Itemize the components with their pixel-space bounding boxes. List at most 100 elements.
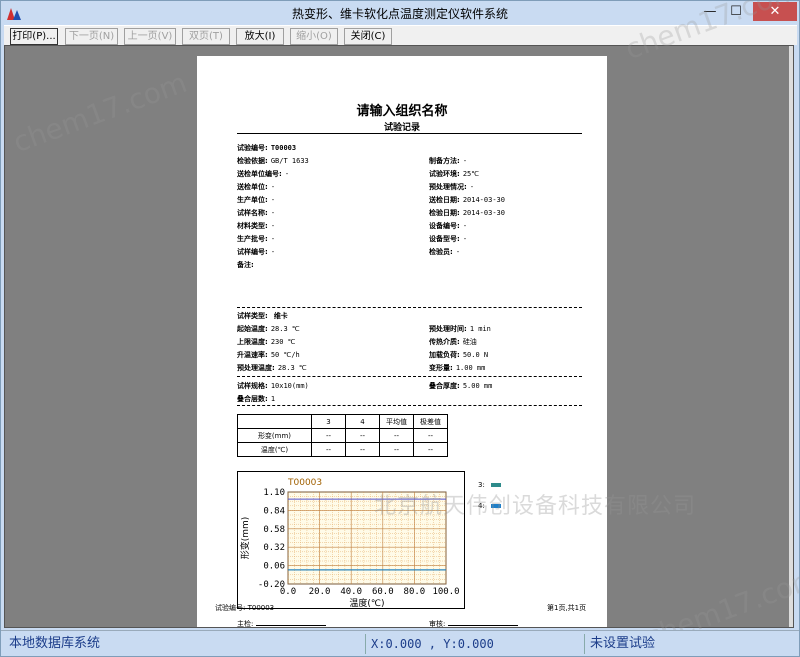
field-key: 叠合层数: (237, 395, 268, 403)
info-field: 送检日期: 2014-03-30 (429, 196, 505, 205)
info-field: 预处理温度: 28.3 ℃ (237, 364, 307, 373)
legend-label: 4: (478, 502, 485, 510)
close-preview-button[interactable]: 关闭(C) (344, 28, 392, 45)
legend-item: 4: (478, 502, 501, 510)
info-field: 试样规格: 10x10(mm) (237, 382, 309, 391)
y-tick-label: 1.10 (263, 488, 285, 498)
vertical-scrollbar[interactable] (789, 46, 793, 627)
maximize-button[interactable]: ☐ (723, 2, 749, 21)
next-page-button[interactable]: 下一页(N) (65, 28, 118, 45)
table-cell: -- (413, 442, 448, 457)
legend-label: 3: (478, 481, 485, 489)
report-page: 请输入组织名称 试验记录 试验编号: T00003 检验依据: GB/T 1633 送检… (197, 56, 607, 627)
status-separator (365, 634, 366, 654)
field-value: - (462, 235, 468, 243)
x-tick-label: 80.0 (404, 587, 426, 597)
field-key: 试样类型: (237, 312, 268, 320)
field-value: - (270, 222, 276, 230)
signature-line (447, 620, 518, 626)
field-value: 硅油 (462, 338, 477, 346)
table-header-cell: 极差值 (413, 414, 448, 429)
field-key: 变形量: (429, 364, 453, 372)
field-key: 备注: (237, 261, 254, 269)
field-key: 检验依据: (237, 157, 268, 165)
info-field: 升温速率: 50 ℃/h (237, 351, 300, 360)
field-value: 5.00 mm (462, 382, 493, 390)
info-field: 制备方法: - (429, 157, 467, 166)
field-value: 2014-03-30 (462, 209, 505, 217)
field-key: 生产批号: (237, 235, 268, 243)
table-header-row: 3 4 平均值 极差值 (237, 414, 448, 429)
two-page-button[interactable]: 双页(T) (182, 28, 230, 45)
reviewer-signature: 审核: (429, 619, 518, 627)
print-button[interactable]: 打印(P)... (10, 28, 58, 45)
info-field: 起始温度: 28.3 ℃ (237, 325, 300, 334)
minimize-button[interactable]: — (697, 2, 723, 21)
table-header-cell (237, 414, 312, 429)
field-value: 1.00 mm (455, 364, 486, 372)
table-cell: -- (345, 428, 380, 443)
field-key: 检验员: (429, 248, 453, 256)
table-row: 温度(℃) -- -- -- -- (237, 442, 448, 457)
print-preview-area[interactable]: 请输入组织名称 试验记录 试验编号: T00003 检验依据: GB/T 1633 送检… (4, 45, 794, 628)
status-separator (584, 634, 585, 654)
close-window-button[interactable]: ✕ (753, 2, 797, 21)
table-cell: -- (379, 442, 414, 457)
table-cell: -- (345, 442, 380, 457)
field-key: 试样名称: (237, 209, 268, 217)
info-field: 试验编号: T00003 (237, 144, 296, 153)
info-field: 备注: (237, 261, 257, 270)
x-axis-label: 温度(℃) (349, 597, 384, 608)
info-field: 材料类型: - (237, 222, 275, 231)
zoom-out-button[interactable]: 缩小(O) (290, 28, 338, 45)
field-key: 送检单位编号: (237, 170, 282, 178)
zoom-in-button[interactable]: 放大(I) (236, 28, 284, 45)
app-window: 热变形、维卡软化点温度测定仪软件系统 — ☐ ✕ 打印(P)... 下一页(N)… (0, 0, 800, 657)
section-divider (237, 405, 582, 406)
field-key: 试验编号: (237, 144, 268, 152)
field-value: GB/T 1633 (270, 157, 309, 165)
y-tick-label: 0.32 (263, 543, 285, 553)
info-field: 上限温度: 230 ℃ (237, 338, 296, 347)
field-value: - (270, 209, 276, 217)
field-value: 维卡 (273, 312, 288, 320)
x-tick-label: 40.0 (340, 587, 362, 597)
table-cell: -- (379, 428, 414, 443)
signature-line (255, 620, 326, 626)
field-value: 28.3 ℃ (277, 364, 307, 372)
field-key: 传热介质: (429, 338, 460, 346)
table-header-cell: 4 (345, 414, 380, 429)
page-number: 第1页,共1页 (547, 604, 587, 612)
field-value: 28.3 ℃ (270, 325, 300, 333)
info-field: 检验员: - (429, 248, 460, 257)
field-key: 送检单位: (237, 183, 268, 191)
info-field: 生产单位: - (237, 196, 275, 205)
chart-title: T00003 (287, 478, 322, 488)
sample-type-field: 试样类型: 维卡 (237, 312, 288, 321)
record-title: 试验记录 (383, 123, 420, 133)
field-key: 叠合厚度: (429, 382, 460, 390)
status-bar: 本地数据库系统 X:0.000 , Y:0.000 未设置试验 (1, 630, 799, 656)
field-value: 2014-03-30 (462, 196, 505, 204)
field-key: 加载负荷: (429, 351, 460, 359)
field-value: 25℃ (462, 170, 480, 178)
table-cell: -- (311, 428, 346, 443)
y-tick-label: 0.58 (263, 525, 285, 535)
prev-page-button[interactable]: 上一页(V) (124, 28, 176, 45)
title-bar[interactable]: 热变形、维卡软化点温度测定仪软件系统 — ☐ ✕ (1, 1, 799, 25)
chart-panel: 1.10 0.84 0.58 0.32 0.06 -0.20 0.0 20.0 40.0 60.0… (237, 471, 465, 609)
table-cell: 形变(mm) (237, 428, 312, 443)
info-field: 设备型号: - (429, 235, 467, 244)
field-key: 设备型号: (429, 235, 460, 243)
field-value: - (270, 248, 276, 256)
info-field: 预处理时间: 1 min (429, 325, 491, 334)
table-cell: -- (413, 428, 448, 443)
field-value: 50 ℃/h (270, 351, 300, 359)
org-name: 请输入组织名称 (356, 104, 448, 119)
field-value: 50.0 N (462, 351, 489, 359)
y-tick-label: 0.84 (263, 506, 285, 516)
field-value: - (455, 248, 461, 256)
field-key: 升温速率: (237, 351, 268, 359)
info-field: 生产批号: - (237, 235, 275, 244)
x-tick-label: 100.0 (432, 587, 459, 597)
